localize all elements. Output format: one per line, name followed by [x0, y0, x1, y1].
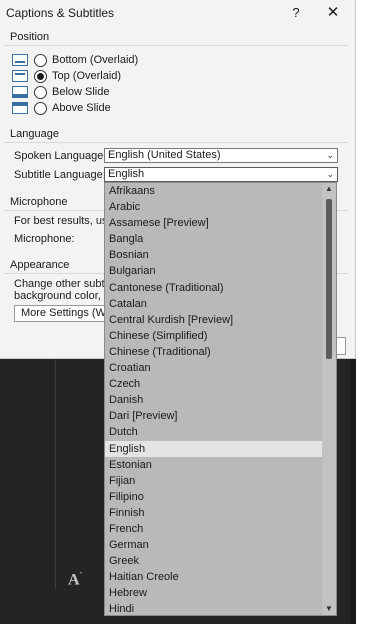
language-option[interactable]: Dari [Preview] — [105, 408, 323, 424]
appearance-text-line2: background color, an — [14, 290, 117, 302]
chevron-down-icon: ⌄ — [326, 169, 334, 179]
microphone-hint: For best results, use — [14, 215, 114, 227]
position-option-above[interactable]: Above Slide — [12, 100, 111, 116]
language-option[interactable]: Bosnian — [105, 247, 323, 263]
position-heading: Position — [10, 31, 50, 43]
dropdown-scrollbar[interactable]: ▲ ▼ — [322, 183, 336, 615]
radio-label-top: Top (Overlaid) — [52, 70, 122, 82]
language-heading: Language — [10, 128, 59, 140]
language-option[interactable]: Arabic — [105, 199, 323, 215]
position-option-below[interactable]: Below Slide — [12, 84, 109, 100]
language-option[interactable]: Danish — [105, 392, 323, 408]
language-option[interactable]: Haitian Creole — [105, 569, 323, 585]
font-size-icon: Aˆ — [68, 571, 83, 589]
language-divider — [4, 142, 348, 143]
scroll-thumb[interactable] — [326, 199, 332, 359]
appearance-text-line1: Change other subtitl — [14, 278, 113, 290]
close-button[interactable]: ✕ — [322, 2, 344, 24]
radio-top[interactable] — [34, 69, 47, 83]
language-option[interactable]: Chinese (Simplified) — [105, 328, 323, 344]
language-option[interactable]: Croatian — [105, 360, 323, 376]
backdrop-edge — [350, 359, 356, 624]
bottom-overlaid-icon — [12, 54, 28, 66]
language-option[interactable]: Chinese (Traditional) — [105, 344, 323, 360]
subtitle-language-label: Subtitle Language: — [14, 169, 106, 181]
below-slide-icon — [12, 86, 28, 98]
above-slide-icon — [12, 102, 28, 114]
position-divider — [4, 45, 348, 46]
subtitle-language-select[interactable]: English ⌄ — [104, 167, 338, 182]
language-option[interactable]: Catalan — [105, 296, 323, 312]
scroll-up-icon[interactable]: ▲ — [322, 183, 336, 195]
chevron-down-icon: ⌄ — [326, 150, 334, 160]
language-option[interactable]: English — [105, 440, 323, 457]
dialog-title: Captions & Subtitles — [6, 6, 115, 20]
radio-label-below: Below Slide — [52, 86, 110, 98]
position-option-top[interactable]: Top (Overlaid) — [12, 68, 121, 84]
language-list: Afrikaans Arabic Assamese [Preview] Bangla B… — [105, 183, 336, 615]
spoken-language-value: English (United States) — [108, 149, 221, 161]
language-option[interactable]: Bulgarian — [105, 263, 323, 279]
language-option[interactable]: Estonian — [105, 457, 323, 473]
language-option[interactable]: Cantonese (Traditional) — [105, 280, 323, 296]
subtitle-language-dropdown[interactable]: Afrikaans Arabic Assamese [Preview] Bangla B… — [104, 182, 337, 616]
radio-below[interactable] — [34, 85, 47, 99]
language-option[interactable]: Dutch — [105, 424, 323, 440]
radio-label-above: Above Slide — [52, 102, 111, 114]
backdrop-divider — [55, 359, 56, 589]
microphone-label: Microphone: — [14, 233, 75, 245]
spoken-language-select[interactable]: English (United States) ⌄ — [104, 148, 338, 163]
top-overlaid-icon — [12, 70, 28, 82]
language-option[interactable]: Assamese [Preview] — [105, 215, 323, 231]
position-option-bottom[interactable]: Bottom (Overlaid) — [12, 52, 138, 68]
language-option[interactable]: Fijian — [105, 473, 323, 489]
language-option[interactable]: Bangla — [105, 231, 323, 247]
subtitle-language-value: English — [108, 168, 145, 180]
language-option[interactable]: Finnish — [105, 505, 323, 521]
help-button[interactable]: ? — [286, 2, 306, 24]
microphone-heading: Microphone — [10, 196, 68, 208]
language-option[interactable]: French — [105, 521, 323, 537]
spoken-language-label: Spoken Language: — [14, 150, 107, 162]
radio-above[interactable] — [34, 101, 47, 115]
radio-bottom[interactable] — [34, 53, 47, 67]
language-option[interactable]: Czech — [105, 376, 323, 392]
language-option[interactable]: Filipino — [105, 489, 323, 505]
language-option[interactable]: Hindi — [105, 601, 323, 615]
scroll-down-icon[interactable]: ▼ — [322, 603, 336, 615]
language-option[interactable]: Greek — [105, 553, 323, 569]
language-option[interactable]: German — [105, 537, 323, 553]
language-option[interactable]: Central Kurdish [Preview] — [105, 312, 323, 328]
radio-label-bottom: Bottom (Overlaid) — [52, 54, 139, 66]
title-bar: Captions & Subtitles ? ✕ — [0, 0, 356, 26]
language-option[interactable]: Hebrew — [105, 585, 323, 601]
language-option[interactable]: Afrikaans — [105, 183, 323, 199]
more-settings-button[interactable]: More Settings (Win — [14, 305, 110, 322]
appearance-heading: Appearance — [10, 259, 70, 271]
